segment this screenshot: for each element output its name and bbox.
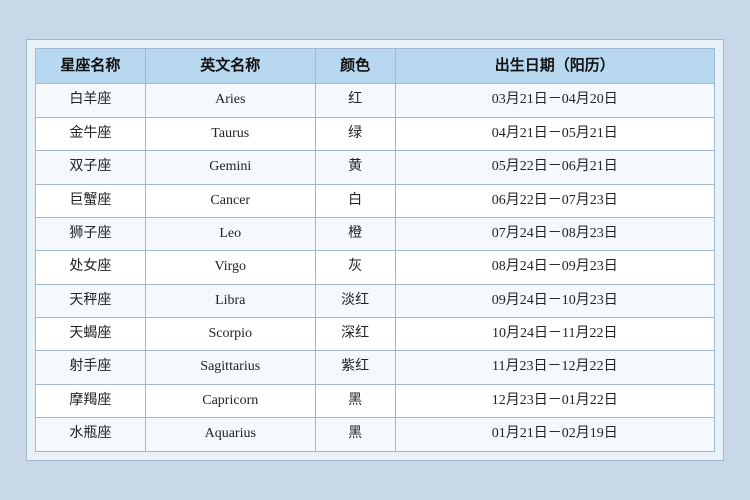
zodiac-table: 星座名称 英文名称 颜色 出生日期（阳历） 白羊座Aries红03月21日－04…	[35, 48, 715, 451]
cell-english: Gemini	[145, 151, 315, 184]
zodiac-table-container: 星座名称 英文名称 颜色 出生日期（阳历） 白羊座Aries红03月21日－04…	[26, 39, 724, 460]
cell-date: 05月22日－06月21日	[395, 151, 714, 184]
cell-english: Virgo	[145, 251, 315, 284]
cell-date: 10月24日－11月22日	[395, 318, 714, 351]
cell-english: Aries	[145, 84, 315, 117]
cell-chinese: 金牛座	[36, 117, 146, 150]
table-row: 巨蟹座Cancer白06月22日－07月23日	[36, 184, 715, 217]
table-row: 摩羯座Capricorn黑12月23日－01月22日	[36, 384, 715, 417]
cell-date: 06月22日－07月23日	[395, 184, 714, 217]
table-row: 水瓶座Aquarius黑01月21日－02月19日	[36, 418, 715, 451]
cell-english: Capricorn	[145, 384, 315, 417]
header-english: 英文名称	[145, 49, 315, 84]
cell-chinese: 摩羯座	[36, 384, 146, 417]
cell-english: Sagittarius	[145, 351, 315, 384]
cell-color: 绿	[315, 117, 395, 150]
table-row: 双子座Gemini黄05月22日－06月21日	[36, 151, 715, 184]
cell-chinese: 水瓶座	[36, 418, 146, 451]
cell-date: 12月23日－01月22日	[395, 384, 714, 417]
table-row: 射手座Sagittarius紫红11月23日－12月22日	[36, 351, 715, 384]
cell-date: 08月24日－09月23日	[395, 251, 714, 284]
cell-color: 淡红	[315, 284, 395, 317]
table-row: 金牛座Taurus绿04月21日－05月21日	[36, 117, 715, 150]
cell-english: Taurus	[145, 117, 315, 150]
header-chinese: 星座名称	[36, 49, 146, 84]
cell-color: 紫红	[315, 351, 395, 384]
cell-color: 深红	[315, 318, 395, 351]
cell-color: 橙	[315, 217, 395, 250]
table-row: 处女座Virgo灰08月24日－09月23日	[36, 251, 715, 284]
header-date: 出生日期（阳历）	[395, 49, 714, 84]
cell-chinese: 巨蟹座	[36, 184, 146, 217]
cell-date: 09月24日－10月23日	[395, 284, 714, 317]
cell-date: 07月24日－08月23日	[395, 217, 714, 250]
cell-chinese: 双子座	[36, 151, 146, 184]
cell-color: 黑	[315, 418, 395, 451]
cell-chinese: 天蝎座	[36, 318, 146, 351]
cell-color: 红	[315, 84, 395, 117]
cell-date: 11月23日－12月22日	[395, 351, 714, 384]
table-row: 天蝎座Scorpio深红10月24日－11月22日	[36, 318, 715, 351]
cell-english: Scorpio	[145, 318, 315, 351]
cell-date: 04月21日－05月21日	[395, 117, 714, 150]
cell-color: 黑	[315, 384, 395, 417]
cell-chinese: 射手座	[36, 351, 146, 384]
cell-color: 黄	[315, 151, 395, 184]
cell-chinese: 处女座	[36, 251, 146, 284]
cell-english: Leo	[145, 217, 315, 250]
cell-english: Cancer	[145, 184, 315, 217]
cell-date: 03月21日－04月20日	[395, 84, 714, 117]
header-color: 颜色	[315, 49, 395, 84]
cell-english: Aquarius	[145, 418, 315, 451]
cell-color: 灰	[315, 251, 395, 284]
cell-color: 白	[315, 184, 395, 217]
table-row: 狮子座Leo橙07月24日－08月23日	[36, 217, 715, 250]
table-row: 天秤座Libra淡红09月24日－10月23日	[36, 284, 715, 317]
table-header-row: 星座名称 英文名称 颜色 出生日期（阳历）	[36, 49, 715, 84]
cell-chinese: 天秤座	[36, 284, 146, 317]
cell-date: 01月21日－02月19日	[395, 418, 714, 451]
cell-english: Libra	[145, 284, 315, 317]
cell-chinese: 白羊座	[36, 84, 146, 117]
table-row: 白羊座Aries红03月21日－04月20日	[36, 84, 715, 117]
cell-chinese: 狮子座	[36, 217, 146, 250]
